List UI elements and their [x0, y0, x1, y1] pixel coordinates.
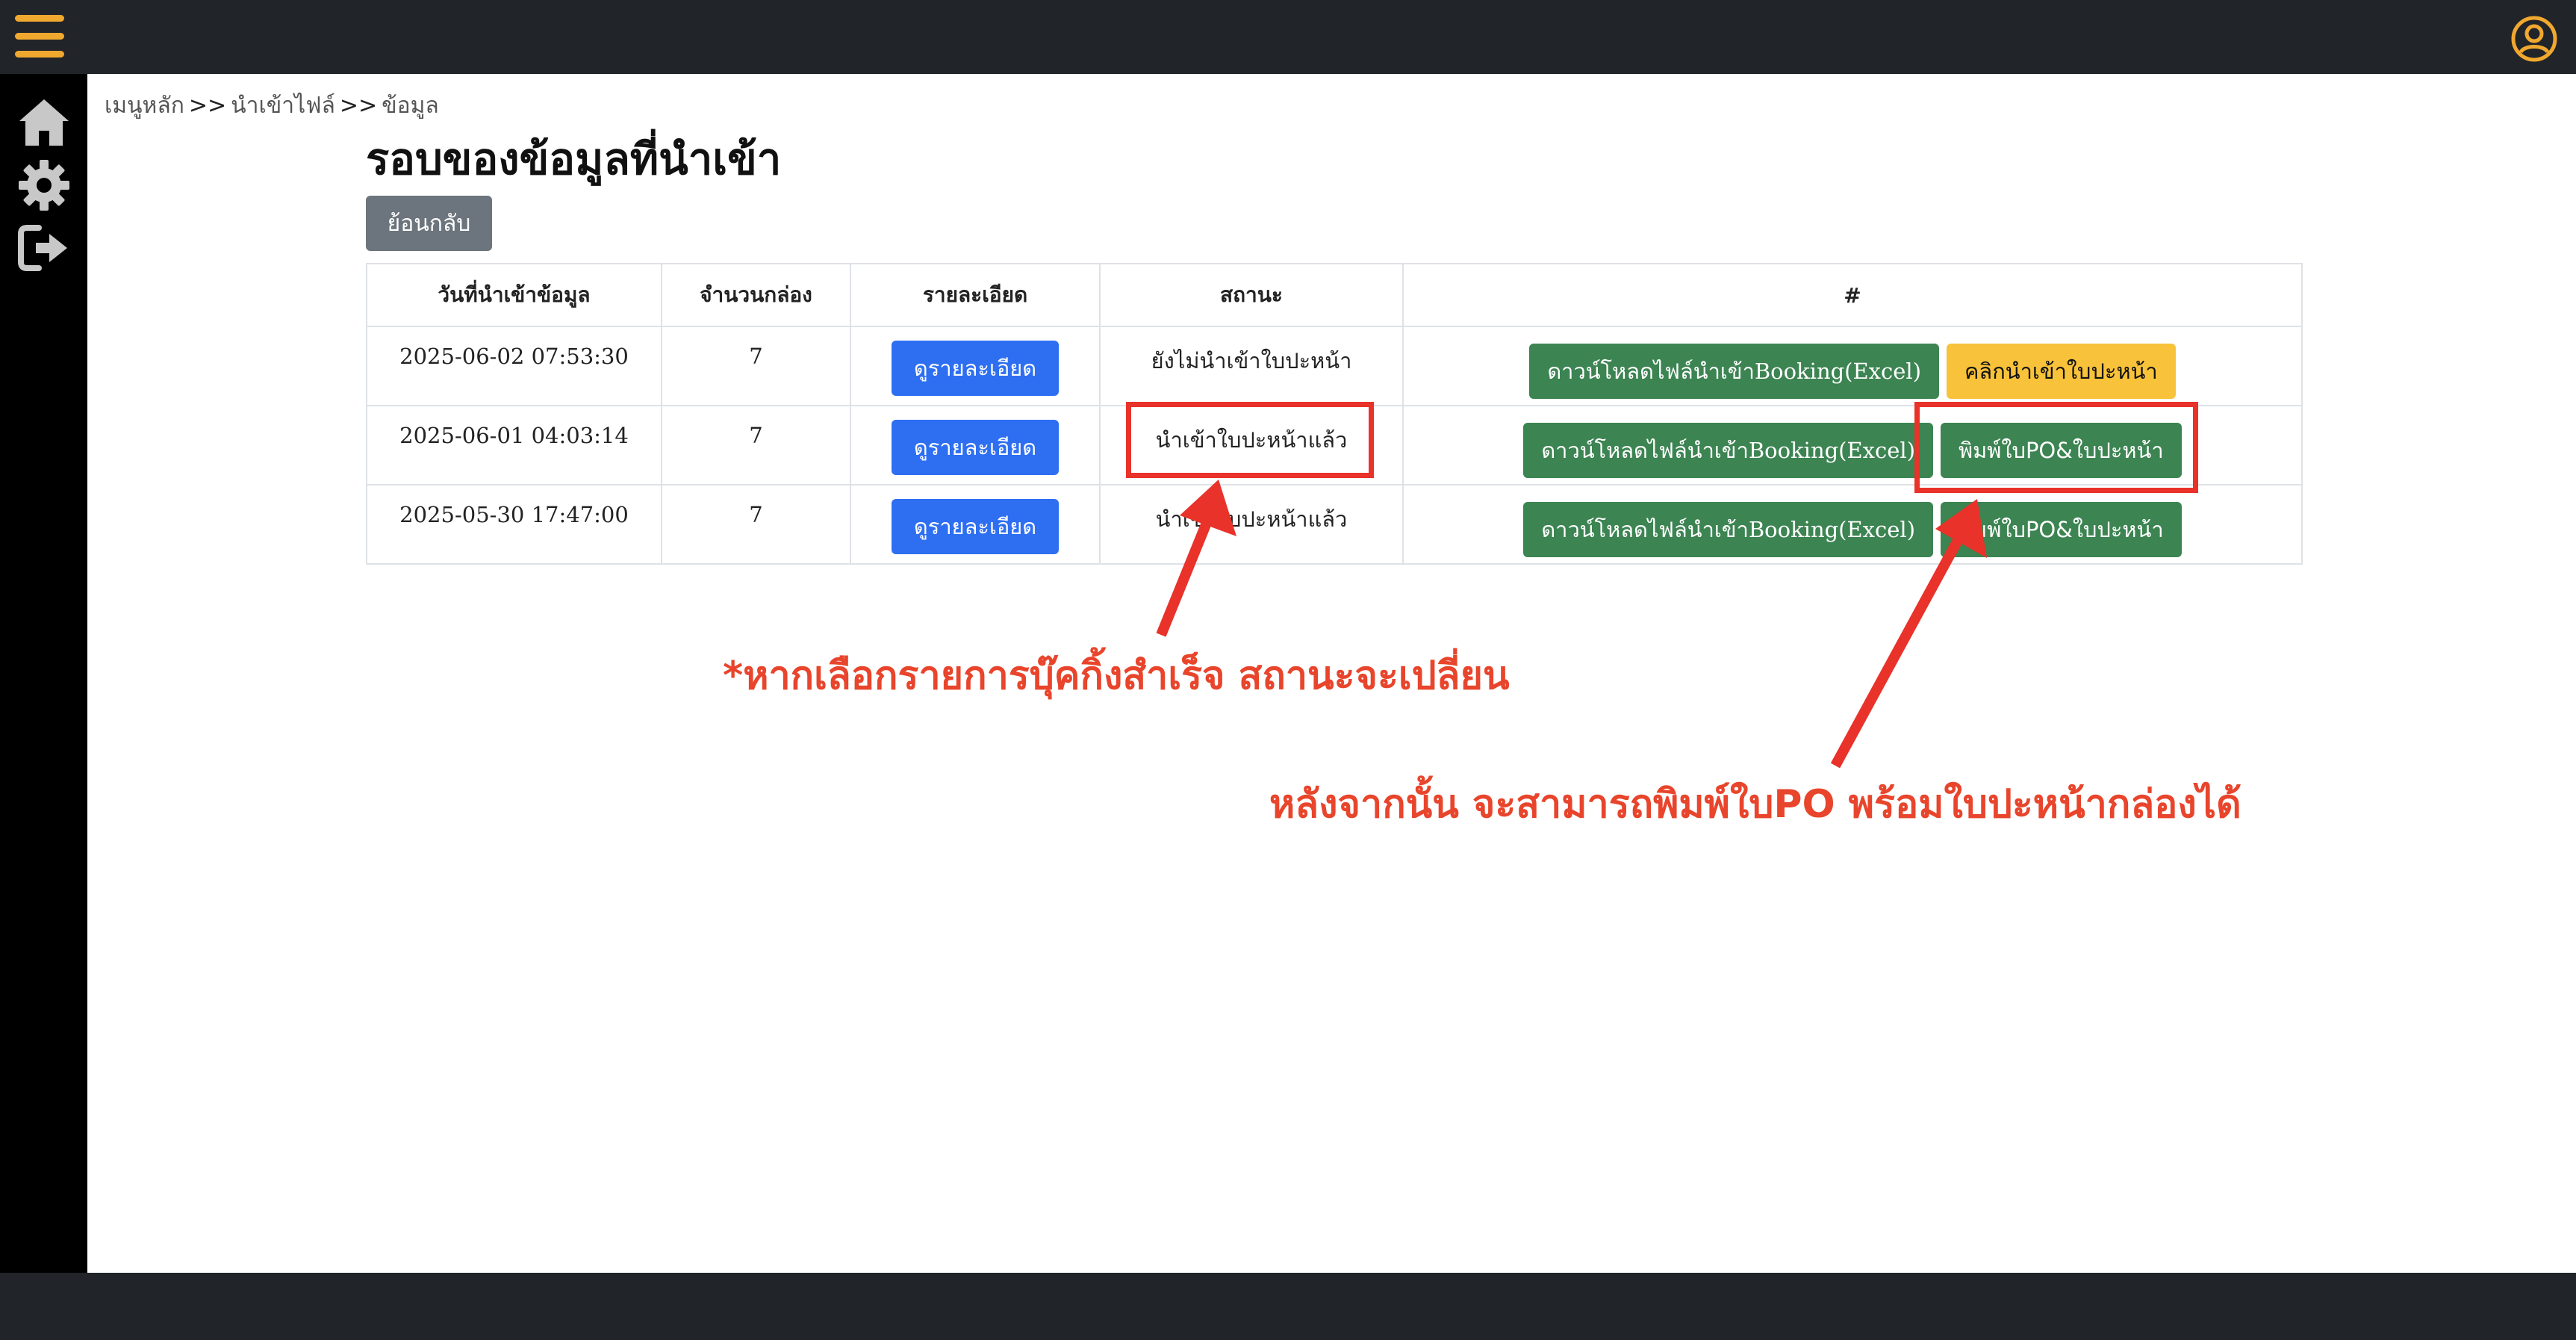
status-cell: ยังไม่นำเข้าใบปะหน้า — [1099, 326, 1404, 406]
table-row: 2025-06-02 07:53:30 7 ดูรายละเอียด ยังไม… — [366, 326, 2303, 406]
breadcrumb-separator: >> — [188, 93, 227, 119]
print-button-highlight-box — [1914, 402, 2198, 493]
user-circle-icon[interactable] — [2510, 15, 2558, 63]
detail-cell: ดูรายละเอียด — [850, 405, 1101, 486]
print-po-cover-button[interactable]: พิมพ์ใบPO&ใบปะหน้า — [1941, 502, 2182, 557]
home-icon[interactable] — [16, 95, 72, 150]
footer-bar — [0, 1273, 2576, 1340]
import-cover-sheet-button[interactable]: คลิกนำเข้าใบปะหน้า — [1947, 344, 2176, 399]
header-box-count: จำนวนกล่อง — [661, 263, 851, 327]
status-cell: นำเข้าใบปะหน้าแล้ว — [1099, 484, 1404, 565]
header-status: สถานะ — [1099, 263, 1404, 327]
print-po-note: หลังจากนั้น จะสามารถพิมพ์ใบPO พร้อมใบปะห… — [1269, 782, 2241, 827]
hamburger-icon[interactable] — [15, 15, 64, 58]
sidebar — [0, 74, 87, 1273]
view-detail-button[interactable]: ดูรายละเอียด — [892, 420, 1059, 475]
table-row: 2025-05-30 17:47:00 7 ดูรายละเอียด นำเข้… — [366, 484, 2303, 565]
header-actions: # — [1402, 263, 2303, 327]
breadcrumb-data: ข้อมูล — [382, 93, 439, 119]
import-date-cell: 2025-06-02 07:53:30 — [366, 326, 662, 406]
actions-cell: ดาวน์โหลดไฟล์นำเข้าBooking(Excel) พิมพ์ใบ… — [1402, 484, 2303, 565]
header-detail: รายละเอียด — [850, 263, 1101, 327]
detail-cell: ดูรายละเอียด — [850, 484, 1101, 565]
page-title: รอบของข้อมูลที่นำเข้า — [366, 134, 782, 184]
breadcrumb-home[interactable]: เมนูหลัก — [105, 93, 184, 119]
download-booking-excel-button[interactable]: ดาวน์โหลดไฟล์นำเข้าBooking(Excel) — [1529, 344, 1940, 399]
download-booking-excel-button[interactable]: ดาวน์โหลดไฟล์นำเข้าBooking(Excel) — [1523, 502, 1934, 557]
top-navbar — [0, 0, 2576, 74]
box-count-cell: 7 — [661, 484, 851, 565]
breadcrumb-separator: >> — [339, 93, 378, 119]
box-count-cell: 7 — [661, 326, 851, 406]
view-detail-button[interactable]: ดูรายละเอียด — [892, 499, 1059, 554]
view-detail-button[interactable]: ดูรายละเอียด — [892, 341, 1059, 396]
status-highlight-box — [1126, 402, 1374, 478]
detail-cell: ดูรายละเอียด — [850, 326, 1101, 406]
logout-icon[interactable] — [16, 220, 72, 276]
actions-cell: ดาวน์โหลดไฟล์นำเข้าBooking(Excel) คลิกนำเ… — [1402, 326, 2303, 406]
import-date-cell: 2025-05-30 17:47:00 — [366, 484, 662, 565]
status-change-note: *หากเลือกรายการบุ๊คกิ้งสำเร็จ สถานะจะเปล… — [723, 654, 1510, 698]
download-booking-excel-button[interactable]: ดาวน์โหลดไฟล์นำเข้าBooking(Excel) — [1523, 423, 1934, 478]
header-import-date: วันที่นำเข้าข้อมูล — [366, 263, 662, 327]
import-date-cell: 2025-06-01 04:03:14 — [366, 405, 662, 486]
table-header-row: วันที่นำเข้าข้อมูล จำนวนกล่อง รายละเอียด… — [366, 263, 2303, 327]
breadcrumb: เมนูหลัก >> นำเข้าไฟล์ >> ข้อมูล — [105, 88, 439, 123]
gear-icon[interactable] — [16, 158, 72, 213]
back-button[interactable]: ย้อนกลับ — [366, 196, 492, 251]
breadcrumb-import-files[interactable]: นำเข้าไฟล์ — [231, 93, 335, 119]
box-count-cell: 7 — [661, 405, 851, 486]
